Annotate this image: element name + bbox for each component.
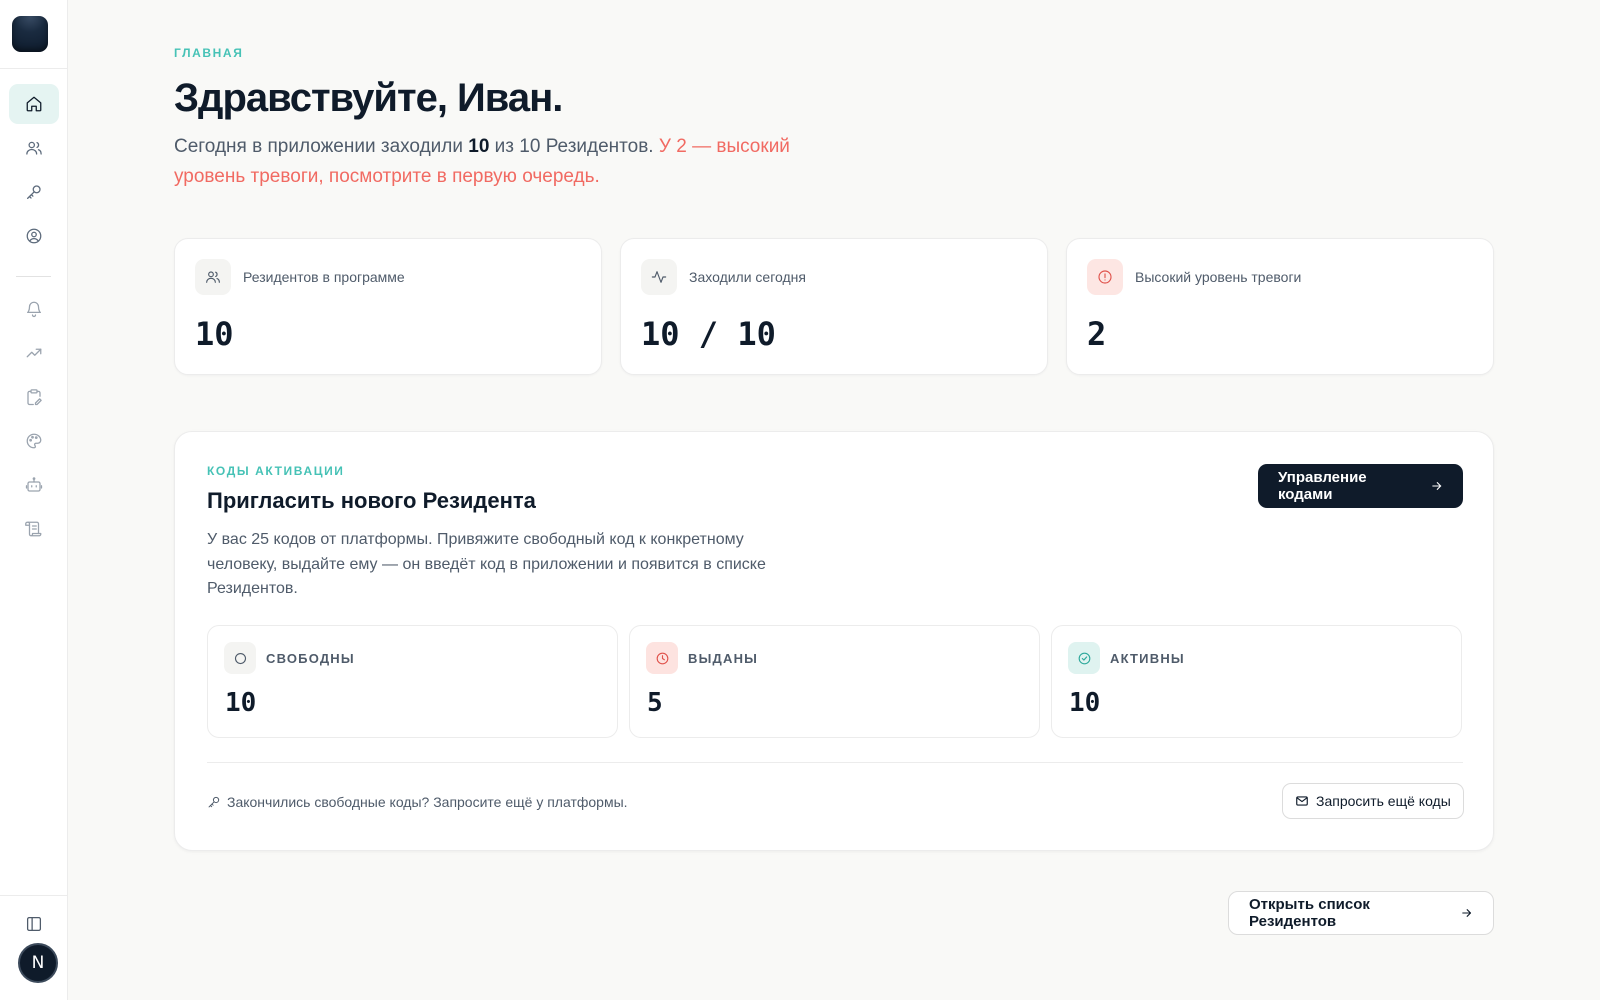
stat-icon-wrap xyxy=(1087,259,1123,295)
manage-codes-button[interactable]: Управление кодами xyxy=(1258,464,1463,508)
sidebar-item-logs[interactable] xyxy=(9,509,59,549)
avatar[interactable]: N xyxy=(18,943,58,983)
bell-icon xyxy=(26,301,42,318)
codes-footer-note: Закончились свободные коды? Запросите ещ… xyxy=(207,794,628,810)
sidebar-toggle-icon xyxy=(26,916,42,932)
users-icon xyxy=(206,271,220,283)
request-codes-button[interactable]: Запросить ещё коды xyxy=(1282,783,1464,819)
code-icon-wrap xyxy=(224,642,256,674)
sidebar-item-codes[interactable] xyxy=(9,172,59,212)
sidebar-item-profile[interactable] xyxy=(9,216,59,256)
open-residents-label: Открыть список Резидентов xyxy=(1249,896,1370,930)
footer-note-text: Закончились свободные коды? Запросите ещ… xyxy=(227,794,628,810)
clock-icon xyxy=(656,652,668,664)
sidebar-divider xyxy=(16,276,51,277)
sidebar-divider xyxy=(0,68,67,69)
code-value: 10 xyxy=(1069,688,1101,718)
panel-eyebrow: КОДЫ АКТИВАЦИИ xyxy=(207,464,345,478)
sidebar-item-bots[interactable] xyxy=(9,465,59,505)
open-residents-list-button[interactable]: Открыть список Резидентов xyxy=(1228,891,1494,935)
clipboard-edit-icon xyxy=(27,389,42,406)
alert-circle-icon xyxy=(1098,270,1112,284)
code-value: 5 xyxy=(647,688,663,718)
sidebar-item-tasks[interactable] xyxy=(9,377,59,417)
sidebar-toggle-button[interactable] xyxy=(9,904,59,944)
stat-icon-wrap xyxy=(195,259,231,295)
sidebar: N xyxy=(0,0,68,1000)
code-card-active: АКТИВНЫ 10 xyxy=(1051,625,1462,738)
code-card-issued: ВЫДАНЫ 5 xyxy=(629,625,1040,738)
stat-label: Резидентов в программе xyxy=(243,269,405,285)
mail-icon xyxy=(1296,796,1308,806)
page-title: Здравствуйте, Иван. xyxy=(174,76,563,120)
code-label: СВОБОДНЫ xyxy=(266,651,355,666)
user-circle-icon xyxy=(26,228,42,244)
stat-card-residents: Резидентов в программе 10 xyxy=(174,238,602,375)
page-eyebrow: ГЛАВНАЯ xyxy=(174,46,244,60)
app-logo[interactable] xyxy=(12,16,48,52)
sidebar-item-themes[interactable] xyxy=(9,421,59,461)
subtitle-text: Сегодня в приложении заходили xyxy=(174,136,469,157)
key-icon xyxy=(26,185,41,200)
bot-icon xyxy=(25,477,43,492)
stat-value: 10 xyxy=(195,315,234,353)
stat-label: Заходили сегодня xyxy=(689,269,806,285)
stat-value: 10 / 10 xyxy=(641,315,776,353)
code-value: 10 xyxy=(225,688,257,718)
activity-icon xyxy=(651,271,667,283)
check-circle-icon xyxy=(1078,652,1090,664)
users-icon xyxy=(26,141,42,155)
panel-divider xyxy=(207,762,1463,763)
home-icon xyxy=(26,96,42,112)
circle-icon xyxy=(234,652,246,664)
code-icon-wrap xyxy=(646,642,678,674)
sidebar-item-residents[interactable] xyxy=(9,128,59,168)
subtitle-count: 10 xyxy=(468,136,490,157)
code-icon-wrap xyxy=(1068,642,1100,674)
sidebar-item-notifications[interactable] xyxy=(9,289,59,329)
sidebar-item-home[interactable] xyxy=(9,84,59,124)
stat-label: Высокий уровень тревоги xyxy=(1135,269,1302,285)
stat-value: 2 xyxy=(1087,315,1107,353)
code-label: АКТИВНЫ xyxy=(1110,651,1185,666)
stat-card-high-anxiety: Высокий уровень тревоги 2 xyxy=(1066,238,1494,375)
arrow-right-icon xyxy=(1431,482,1441,490)
page-subtitle: Сегодня в приложении заходили 10 из 10 Р… xyxy=(174,132,854,192)
arrow-right-icon xyxy=(1461,909,1471,917)
subtitle-text-mid: из 10 Резидентов. xyxy=(489,136,659,157)
key-icon xyxy=(208,796,220,808)
manage-codes-label: Управление кодами xyxy=(1278,469,1367,503)
code-label: ВЫДАНЫ xyxy=(688,651,759,666)
activation-codes-panel: КОДЫ АКТИВАЦИИ Пригласить нового Резиден… xyxy=(174,431,1494,851)
trending-up-icon xyxy=(26,348,42,358)
panel-title: Пригласить нового Резидента xyxy=(207,488,536,513)
palette-icon xyxy=(26,433,42,449)
stat-card-visited-today: Заходили сегодня 10 / 10 xyxy=(620,238,1048,375)
sidebar-divider xyxy=(0,895,67,896)
sidebar-item-analytics[interactable] xyxy=(9,333,59,373)
code-card-free: СВОБОДНЫ 10 xyxy=(207,625,618,738)
panel-description: У вас 25 кодов от платформы. Привяжите с… xyxy=(207,531,766,597)
request-codes-label: Запросить ещё коды xyxy=(1316,793,1451,809)
stat-icon-wrap xyxy=(641,259,677,295)
scroll-icon xyxy=(25,521,42,537)
